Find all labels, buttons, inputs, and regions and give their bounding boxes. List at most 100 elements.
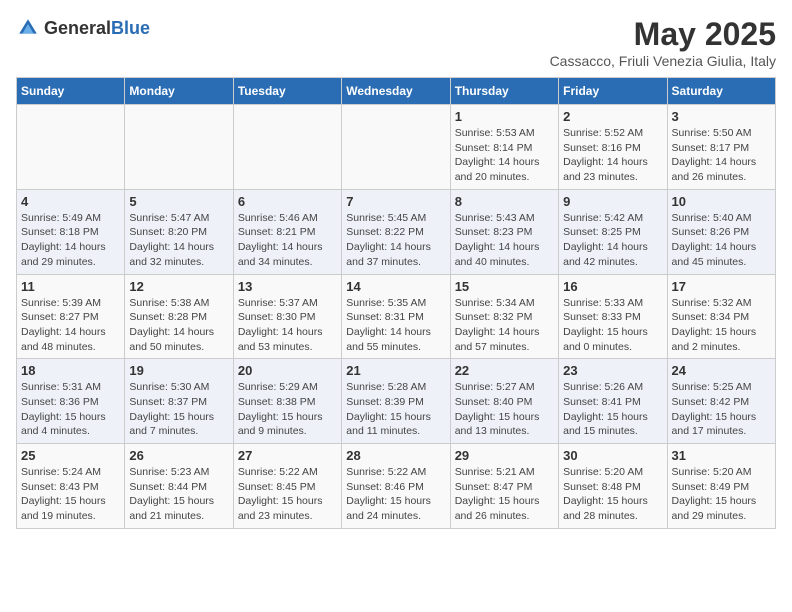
cell-day-number: 22 [455,363,554,378]
cell-info: Sunrise: 5:47 AM Sunset: 8:20 PM Dayligh… [129,211,228,270]
cell-day-number: 29 [455,448,554,463]
cell-day-number: 13 [238,279,337,294]
cell-day-number: 1 [455,109,554,124]
calendar-cell [17,105,125,190]
cell-day-number: 25 [21,448,120,463]
calendar-cell: 16Sunrise: 5:33 AM Sunset: 8:33 PM Dayli… [559,274,667,359]
day-header-thursday: Thursday [450,78,558,105]
cell-day-number: 9 [563,194,662,209]
week-row-1: 1 Sunrise: 5:53 AM Sunset: 8:14 PM Daylig… [17,105,776,190]
calendar-cell: 25 Sunrise: 5:24 AM Sunset: 8:43 PM Dayli… [17,444,125,529]
calendar-cell: 29Sunrise: 5:21 AM Sunset: 8:47 PM Dayli… [450,444,558,529]
calendar-cell: 31Sunrise: 5:20 AM Sunset: 8:49 PM Dayli… [667,444,775,529]
cell-day-number: 6 [238,194,337,209]
cell-day-number: 31 [672,448,771,463]
logo-icon [16,16,40,40]
cell-info: Sunrise: 5:28 AM Sunset: 8:39 PM Dayligh… [346,380,445,439]
calendar-cell: 4Sunrise: 5:49 AM Sunset: 8:18 PM Daylig… [17,189,125,274]
cell-day-number: 2 [563,109,662,124]
cell-day-number: 28 [346,448,445,463]
calendar-cell: 1 Sunrise: 5:53 AM Sunset: 8:14 PM Daylig… [450,105,558,190]
calendar-cell: 13Sunrise: 5:37 AM Sunset: 8:30 PM Dayli… [233,274,341,359]
title-area: May 2025 Cassacco, Friuli Venezia Giulia… [550,16,776,69]
cell-day-number: 11 [21,279,120,294]
day-header-wednesday: Wednesday [342,78,450,105]
cell-day-number: 15 [455,279,554,294]
cell-day-number: 18 [21,363,120,378]
cell-day-number: 16 [563,279,662,294]
cell-day-number: 17 [672,279,771,294]
cell-info: Sunrise: 5:35 AM Sunset: 8:31 PM Dayligh… [346,296,445,355]
calendar-cell: 5 Sunrise: 5:47 AM Sunset: 8:20 PM Daylig… [125,189,233,274]
week-row-4: 18 Sunrise: 5:31 AM Sunset: 8:36 PM Dayli… [17,359,776,444]
calendar-cell: 27 Sunrise: 5:22 AM Sunset: 8:45 PM Dayli… [233,444,341,529]
cell-day-number: 8 [455,194,554,209]
week-row-5: 25 Sunrise: 5:24 AM Sunset: 8:43 PM Dayli… [17,444,776,529]
cell-day-number: 20 [238,363,337,378]
logo-general: General [44,18,111,38]
calendar-cell: 28 Sunrise: 5:22 AM Sunset: 8:46 PM Dayli… [342,444,450,529]
cell-day-number: 27 [238,448,337,463]
day-header-monday: Monday [125,78,233,105]
day-header-saturday: Saturday [667,78,775,105]
calendar-cell: 9 Sunrise: 5:42 AM Sunset: 8:25 PM Daylig… [559,189,667,274]
calendar-cell: 30 Sunrise: 5:20 AM Sunset: 8:48 PM Dayli… [559,444,667,529]
calendar-cell [125,105,233,190]
cell-day-number: 10 [672,194,771,209]
cell-info: Sunrise: 5:20 AM Sunset: 8:48 PM Dayligh… [563,465,662,524]
cell-info: Sunrise: 5:46 AM Sunset: 8:21 PM Dayligh… [238,211,337,270]
cell-info: Sunrise: 5:50 AM Sunset: 8:17 PM Dayligh… [672,126,771,185]
calendar-cell: 24 Sunrise: 5:25 AM Sunset: 8:42 PM Dayli… [667,359,775,444]
cell-info: Sunrise: 5:34 AM Sunset: 8:32 PM Dayligh… [455,296,554,355]
calendar-cell: 6 Sunrise: 5:46 AM Sunset: 8:21 PM Daylig… [233,189,341,274]
cell-day-number: 24 [672,363,771,378]
logo: GeneralBlue [16,16,150,40]
calendar-cell: 2 Sunrise: 5:52 AM Sunset: 8:16 PM Daylig… [559,105,667,190]
cell-info: Sunrise: 5:42 AM Sunset: 8:25 PM Dayligh… [563,211,662,270]
calendar-cell: 17 Sunrise: 5:32 AM Sunset: 8:34 PM Dayli… [667,274,775,359]
calendar-cell: 26 Sunrise: 5:23 AM Sunset: 8:44 PM Dayli… [125,444,233,529]
calendar-body: 1 Sunrise: 5:53 AM Sunset: 8:14 PM Daylig… [17,105,776,529]
cell-info: Sunrise: 5:40 AM Sunset: 8:26 PM Dayligh… [672,211,771,270]
cell-info: Sunrise: 5:39 AM Sunset: 8:27 PM Dayligh… [21,296,120,355]
cell-info: Sunrise: 5:24 AM Sunset: 8:43 PM Dayligh… [21,465,120,524]
day-header-friday: Friday [559,78,667,105]
calendar-cell: 15 Sunrise: 5:34 AM Sunset: 8:32 PM Dayli… [450,274,558,359]
calendar-cell: 23 Sunrise: 5:26 AM Sunset: 8:41 PM Dayli… [559,359,667,444]
cell-day-number: 5 [129,194,228,209]
cell-info: Sunrise: 5:25 AM Sunset: 8:42 PM Dayligh… [672,380,771,439]
cell-info: Sunrise: 5:45 AM Sunset: 8:22 PM Dayligh… [346,211,445,270]
cell-day-number: 30 [563,448,662,463]
calendar-cell [233,105,341,190]
calendar-cell: 10 Sunrise: 5:40 AM Sunset: 8:26 PM Dayli… [667,189,775,274]
cell-day-number: 3 [672,109,771,124]
calendar-cell: 20 Sunrise: 5:29 AM Sunset: 8:38 PM Dayli… [233,359,341,444]
cell-info: Sunrise: 5:26 AM Sunset: 8:41 PM Dayligh… [563,380,662,439]
cell-day-number: 23 [563,363,662,378]
cell-info: Sunrise: 5:22 AM Sunset: 8:45 PM Dayligh… [238,465,337,524]
cell-info: Sunrise: 5:29 AM Sunset: 8:38 PM Dayligh… [238,380,337,439]
day-header-tuesday: Tuesday [233,78,341,105]
cell-info: Sunrise: 5:23 AM Sunset: 8:44 PM Dayligh… [129,465,228,524]
cell-info: Sunrise: 5:31 AM Sunset: 8:36 PM Dayligh… [21,380,120,439]
calendar-cell: 12Sunrise: 5:38 AM Sunset: 8:28 PM Dayli… [125,274,233,359]
header: GeneralBlue May 2025 Cassacco, Friuli Ve… [16,16,776,69]
month-title: May 2025 [550,16,776,53]
calendar-cell: 18 Sunrise: 5:31 AM Sunset: 8:36 PM Dayli… [17,359,125,444]
calendar-cell: 11 Sunrise: 5:39 AM Sunset: 8:27 PM Dayli… [17,274,125,359]
cell-info: Sunrise: 5:22 AM Sunset: 8:46 PM Dayligh… [346,465,445,524]
calendar-header-row: SundayMondayTuesdayWednesdayThursdayFrid… [17,78,776,105]
cell-info: Sunrise: 5:52 AM Sunset: 8:16 PM Dayligh… [563,126,662,185]
cell-info: Sunrise: 5:49 AM Sunset: 8:18 PM Dayligh… [21,211,120,270]
calendar-cell: 8Sunrise: 5:43 AM Sunset: 8:23 PM Daylig… [450,189,558,274]
cell-day-number: 26 [129,448,228,463]
week-row-3: 11 Sunrise: 5:39 AM Sunset: 8:27 PM Dayli… [17,274,776,359]
cell-day-number: 19 [129,363,228,378]
cell-info: Sunrise: 5:32 AM Sunset: 8:34 PM Dayligh… [672,296,771,355]
cell-info: Sunrise: 5:53 AM Sunset: 8:14 PM Dayligh… [455,126,554,185]
calendar-cell [342,105,450,190]
calendar-cell: 22Sunrise: 5:27 AM Sunset: 8:40 PM Dayli… [450,359,558,444]
cell-day-number: 7 [346,194,445,209]
cell-info: Sunrise: 5:30 AM Sunset: 8:37 PM Dayligh… [129,380,228,439]
cell-day-number: 14 [346,279,445,294]
